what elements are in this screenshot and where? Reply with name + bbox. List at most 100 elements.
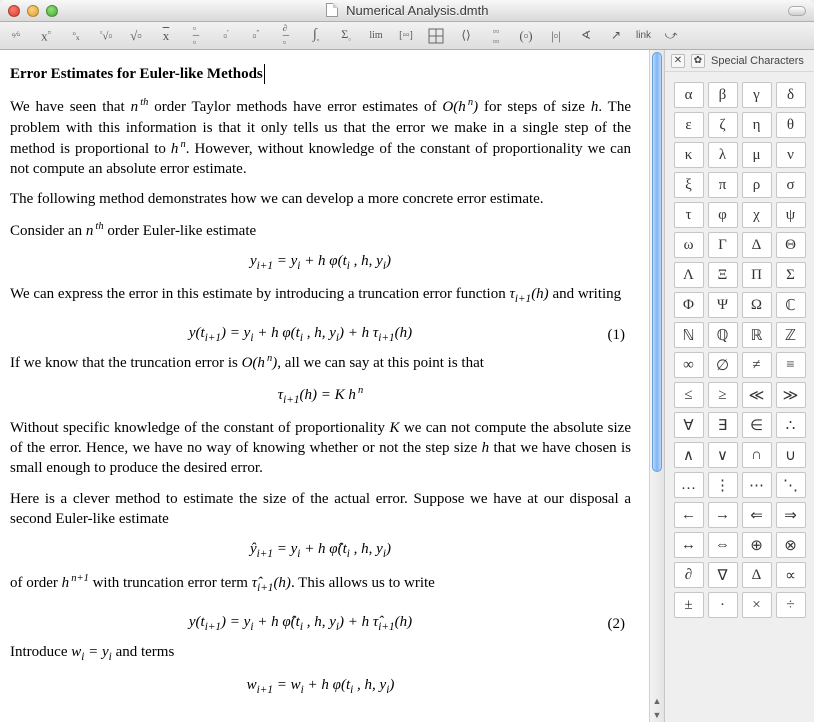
symbol-cell[interactable]: Ω (742, 292, 772, 318)
symbol-cell[interactable]: α (674, 82, 704, 108)
sum-icon[interactable]: Σ▫ (336, 27, 356, 45)
symbol-cell[interactable]: ⇐ (742, 502, 772, 528)
symbol-cell[interactable]: χ (742, 202, 772, 228)
symbol-cell[interactable]: ∴ (776, 412, 806, 438)
symbol-cell[interactable]: β (708, 82, 738, 108)
scroll-down-arrow[interactable]: ▼ (650, 708, 664, 722)
symbol-cell[interactable]: ∇ (708, 562, 738, 588)
symbol-cell[interactable]: … (674, 472, 704, 498)
symbol-cell[interactable]: σ (776, 172, 806, 198)
symbol-cell[interactable]: ε (674, 112, 704, 138)
symbol-cell[interactable]: ≤ (674, 382, 704, 408)
link-button[interactable]: link (636, 27, 651, 45)
symbol-cell[interactable]: μ (742, 142, 772, 168)
symbol-cell[interactable]: ∂ (674, 562, 704, 588)
box-super-icon[interactable]: ▫′ (216, 27, 236, 45)
symbol-cell[interactable]: ∅ (708, 352, 738, 378)
symbol-cell[interactable]: ± (674, 592, 704, 618)
symbol-cell[interactable]: ∀ (674, 412, 704, 438)
symbol-cell[interactable]: ∨ (708, 442, 738, 468)
abs-icon[interactable]: |▫| (546, 27, 566, 45)
symbol-cell[interactable]: ζ (708, 112, 738, 138)
limit-icon[interactable]: lim (366, 27, 386, 45)
integral-icon[interactable]: ∫▫ (306, 27, 326, 45)
box-double-icon[interactable]: ▫″ (246, 27, 266, 45)
symbol-cell[interactable]: ∞ (674, 352, 704, 378)
symbol-cell[interactable]: · (708, 592, 738, 618)
zoom-window-button[interactable] (46, 5, 58, 17)
symbol-cell[interactable]: ω (674, 232, 704, 258)
symbol-cell[interactable]: θ (776, 112, 806, 138)
symbol-cell[interactable]: ψ (776, 202, 806, 228)
symbol-cell[interactable]: → (708, 502, 738, 528)
symbol-cell[interactable]: ⊕ (742, 532, 772, 558)
symbol-cell[interactable]: ÷ (776, 592, 806, 618)
symbol-cell[interactable]: ⋯ (742, 472, 772, 498)
symbol-cell[interactable]: δ (776, 82, 806, 108)
brackets-icon[interactable]: ⟨⟩ (456, 27, 476, 45)
scrollbar-thumb[interactable] (652, 52, 662, 472)
symbol-cell[interactable]: ⇒ (776, 502, 806, 528)
symbol-cell[interactable]: ∃ (708, 412, 738, 438)
symbol-cell[interactable]: ← (674, 502, 704, 528)
partial-fraction-icon[interactable]: ∂─▫ (276, 27, 296, 45)
symbol-cell[interactable]: Φ (674, 292, 704, 318)
symbol-cell[interactable]: ≥ (708, 382, 738, 408)
toolbar-toggle-button[interactable] (788, 6, 806, 16)
nth-root-icon[interactable]: ▫√▫ (96, 27, 116, 45)
angle-icon[interactable]: ∢ (576, 27, 596, 45)
symbol-cell[interactable]: ⋱ (776, 472, 806, 498)
dotgrid-icon[interactable]: ▫▫▫▫ (486, 27, 506, 45)
symbol-cell[interactable]: Ψ (708, 292, 738, 318)
symbol-cell[interactable]: ℂ (776, 292, 806, 318)
cursor-icon[interactable]: ⤻ (661, 27, 681, 45)
panel-gear-icon[interactable]: ✿ (691, 54, 705, 68)
overbar-icon[interactable]: x (156, 27, 176, 45)
symbol-cell[interactable]: η (742, 112, 772, 138)
symbol-cell[interactable]: ∝ (776, 562, 806, 588)
grid-icon[interactable] (426, 27, 446, 45)
symbol-cell[interactable]: τ (674, 202, 704, 228)
parens-icon[interactable]: (▫) (516, 27, 536, 45)
symbol-cell[interactable]: Ξ (708, 262, 738, 288)
symbol-cell[interactable]: π (708, 172, 738, 198)
symbol-cell[interactable]: ↔ (674, 532, 704, 558)
vector-icon[interactable]: ↗ (606, 27, 626, 45)
symbol-cell[interactable]: Δ (742, 562, 772, 588)
symbol-cell[interactable]: ∈ (742, 412, 772, 438)
symbol-cell[interactable]: ≡ (776, 352, 806, 378)
panel-close-icon[interactable]: ✕ (671, 54, 685, 68)
symbol-cell[interactable]: ≫ (776, 382, 806, 408)
vertical-scrollbar[interactable]: ▲ ▼ (649, 50, 664, 722)
symbol-cell[interactable]: γ (742, 82, 772, 108)
symbol-cell[interactable]: ≠ (742, 352, 772, 378)
symbol-cell[interactable]: ν (776, 142, 806, 168)
symbol-cell[interactable]: ∪ (776, 442, 806, 468)
symbol-cell[interactable]: ξ (674, 172, 704, 198)
symbol-cell[interactable]: Λ (674, 262, 704, 288)
symbol-cell[interactable]: ∩ (742, 442, 772, 468)
symbol-cell[interactable]: ⊗ (776, 532, 806, 558)
document-content[interactable]: Error Estimates for Euler-like Methods W… (0, 50, 649, 722)
symbol-cell[interactable]: Θ (776, 232, 806, 258)
symbol-cell[interactable]: ℤ (776, 322, 806, 348)
symbol-cell[interactable]: κ (674, 142, 704, 168)
symbol-cell[interactable]: Π (742, 262, 772, 288)
symbol-cell[interactable]: Γ (708, 232, 738, 258)
symbol-cell[interactable]: φ (708, 202, 738, 228)
matrix-icon[interactable]: [▫▫] (396, 27, 416, 45)
symbol-cell[interactable]: ⋮ (708, 472, 738, 498)
stacked-fraction-icon[interactable]: ▫─▫ (186, 27, 206, 45)
minimize-window-button[interactable] (27, 5, 39, 17)
sqrt-icon[interactable]: √▫ (126, 27, 146, 45)
symbol-cell[interactable]: ρ (742, 172, 772, 198)
symbol-cell[interactable]: × (742, 592, 772, 618)
symbol-cell[interactable]: ℚ (708, 322, 738, 348)
symbol-cell[interactable]: ℕ (674, 322, 704, 348)
close-window-button[interactable] (8, 5, 20, 17)
symbol-cell[interactable]: ≪ (742, 382, 772, 408)
subscript-icon[interactable]: ▫x (66, 27, 86, 45)
symbol-cell[interactable]: Σ (776, 262, 806, 288)
fraction-icon[interactable]: ▫⁄▫ (6, 27, 26, 45)
symbol-cell[interactable]: Δ (742, 232, 772, 258)
